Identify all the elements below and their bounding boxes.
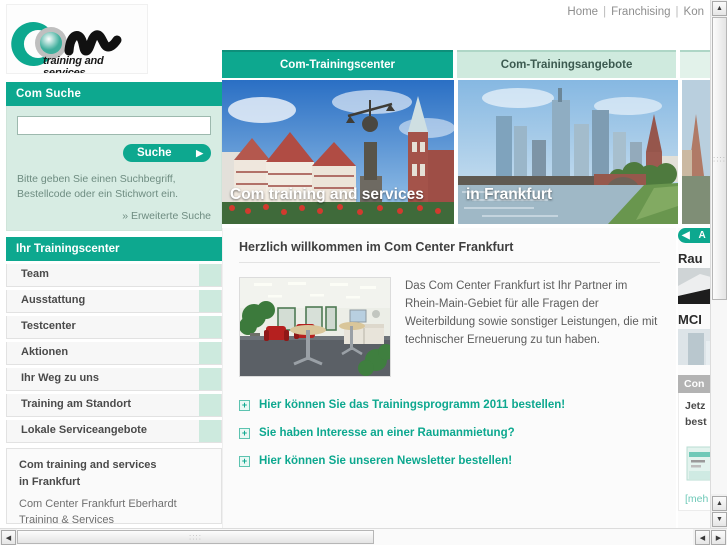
sidebar-item-team[interactable]: Team — [6, 264, 222, 288]
scroll-down-button[interactable]: ▼ — [712, 512, 727, 527]
horizontal-scrollbar-thumb[interactable]: :::: — [17, 530, 374, 544]
scroll-up-button[interactable]: ▲ — [712, 1, 727, 16]
hero-image-third-partial[interactable] — [682, 80, 710, 224]
address-title-line2: in Frankfurt — [19, 475, 81, 488]
scrollbar-grip: :::: — [713, 154, 726, 163]
third-hero-photo — [682, 80, 710, 224]
plus-icon: + — [239, 455, 250, 467]
topnav-item-kontakt[interactable]: Kon — [684, 6, 704, 18]
topnav-item-home[interactable]: Home — [567, 6, 598, 18]
rail-back-button[interactable]: ◀ A — [678, 228, 710, 243]
rail-heading-raum: Rau — [678, 251, 703, 266]
search-panel-title: Com Suche — [6, 82, 222, 106]
horizontal-scrollbar[interactable]: ◀ :::: ◀ ▶ — [0, 528, 727, 545]
topnav-separator: | — [675, 6, 679, 18]
product-cover-photo — [686, 446, 710, 480]
rail-promo-card: Jetz best [meh — [678, 393, 710, 511]
link-trainingsprogramm-label: Hier können Sie das Trainingsprogramm 20… — [259, 399, 566, 411]
rail-photo-2 — [678, 329, 710, 365]
rail-photo-1 — [678, 268, 710, 304]
hero-image-skyline[interactable]: in Frankfurt — [458, 80, 678, 224]
intro-paragraph: Das Com Center Frankfurt ist Ihr Partner… — [405, 280, 658, 347]
address-title-line1: Com training and services — [19, 459, 157, 472]
plus-icon: + — [239, 399, 250, 411]
main-content: Herzlich willkommen im Com Center Frankf… — [222, 228, 676, 528]
action-link-list: + Hier können Sie das Trainingsprogramm … — [239, 399, 660, 467]
arrow-left-icon: ◀ — [682, 230, 690, 241]
left-sidebar: Com Suche Suche ▶ Bitte geben Sie einen … — [6, 82, 222, 525]
rail-card-line1: Jetz — [685, 400, 706, 412]
page-title: Herzlich willkommen im Com Center Frankf… — [239, 240, 660, 263]
link-newsletter-label: Hier können Sie unseren Newsletter beste… — [259, 455, 513, 467]
tab-third-partial[interactable] — [680, 50, 710, 78]
sidebar-item-training-am-standort[interactable]: Training am Standort — [6, 394, 222, 418]
scroll-up-button-secondary[interactable]: ▲ — [712, 496, 727, 511]
com-center-lounge-photo — [239, 277, 391, 377]
scrollbar-grip: :::: — [189, 532, 202, 542]
hero-image-roemerberg[interactable]: Com training and services — [222, 80, 454, 224]
sidebar-item-lokale-serviceangebote[interactable]: Lokale Serviceangebote — [6, 420, 222, 444]
hero-gallery: Com training and services in Frankfurt — [222, 80, 710, 228]
tab-com-trainingsangebote[interactable]: Com-Trainingsangebote — [457, 50, 677, 78]
link-raumanmietung-label: Sie haben Interesse an einer Raumanmietu… — [259, 427, 515, 439]
search-button-label: Suche — [137, 147, 172, 159]
tab-com-trainingscenter[interactable]: Com-Trainingscenter — [222, 50, 454, 78]
arrow-right-icon: ▶ — [196, 147, 203, 158]
address-body: Com Center Frankfurt Eberhardt Training … — [19, 498, 177, 525]
search-submit-button[interactable]: Suche ▶ — [123, 144, 211, 162]
site-logo[interactable]: training and services — [6, 4, 148, 74]
rail-section-bar: Con — [678, 375, 710, 393]
search-button-row: Suche ▶ — [17, 144, 211, 162]
sidebar-item-aktionen[interactable]: Aktionen — [6, 342, 222, 366]
hero-caption-1: Com training and services — [230, 186, 424, 203]
rail-back-label: A — [698, 230, 706, 241]
sidebar-item-ihr-weg-zu-uns[interactable]: Ihr Weg zu uns — [6, 368, 222, 392]
scroll-left-button-secondary[interactable]: ◀ — [695, 530, 710, 545]
sidebar-title: Ihr Trainingscenter — [6, 237, 222, 262]
right-rail: ◀ A Rau MCI Con Jetz best [meh — [678, 228, 710, 528]
rail-heading-mci: MCI — [678, 312, 702, 327]
plus-icon: + — [239, 427, 250, 439]
sidebar-item-testcenter[interactable]: Testcenter — [6, 316, 222, 340]
scroll-right-button[interactable]: ▶ — [711, 530, 726, 545]
rail-more-link[interactable]: [meh — [685, 493, 710, 505]
topnav-item-franchising[interactable]: Franchising — [611, 6, 670, 18]
rail-image-raum[interactable] — [678, 268, 710, 304]
vertical-scrollbar[interactable]: ▲ :::: ▲ ▼ — [710, 0, 727, 528]
lounge-photo-graphic — [240, 278, 390, 376]
link-trainingsprogramm[interactable]: + Hier können Sie das Trainingsprogramm … — [239, 399, 660, 411]
link-raumanmietung[interactable]: + Sie haben Interesse an einer Raumanmie… — [239, 427, 660, 439]
vertical-scrollbar-thumb[interactable]: :::: — [712, 17, 727, 300]
logo-tagline: training and services — [43, 55, 104, 74]
scroll-left-button[interactable]: ◀ — [1, 530, 16, 545]
link-newsletter[interactable]: + Hier können Sie unseren Newsletter bes… — [239, 455, 660, 467]
hero-caption-2: in Frankfurt — [466, 186, 553, 203]
sidebar-item-ausstattung[interactable]: Ausstattung — [6, 290, 222, 314]
intro-block: Das Com Center Frankfurt ist Ihr Partner… — [239, 277, 660, 377]
advanced-search-link[interactable]: » Erweiterte Suche — [17, 210, 211, 222]
rail-card-line2: best — [685, 415, 707, 428]
search-hint-text: Bitte geben Sie einen Suchbegriff, Beste… — [17, 173, 179, 201]
tab-bar: Com-Trainingscenter Com-Trainingsangebot… — [222, 50, 710, 78]
rail-product-image — [685, 445, 710, 481]
search-input[interactable] — [17, 116, 211, 135]
rail-image-mci[interactable] — [678, 329, 710, 365]
search-panel: Suche ▶ Bitte geben Sie einen Suchbegrif… — [6, 106, 222, 232]
address-block: Com training and services in Frankfurt C… — [6, 448, 222, 525]
browser-viewport: Home | Franchising | Kon training and se… — [0, 0, 727, 545]
topnav-separator: | — [603, 6, 607, 18]
